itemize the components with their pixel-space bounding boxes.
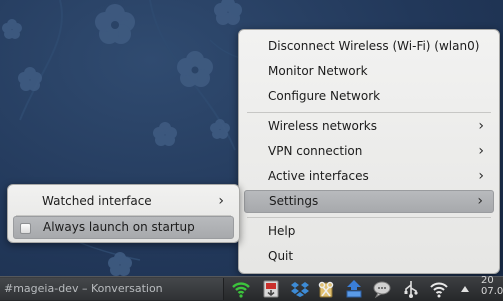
menu-item-label: Watched interface <box>42 194 152 208</box>
menu-item-label: Always launch on startup <box>43 220 195 234</box>
menu-item-wireless-networks[interactable]: Wireless networks › <box>244 115 494 138</box>
chevron-right-icon: › <box>218 193 224 209</box>
always-launch-checkbox[interactable] <box>20 223 31 234</box>
menu-item-settings[interactable]: Settings › <box>244 190 494 213</box>
menu-item-always-launch-on-startup[interactable]: Always launch on startup <box>13 216 234 239</box>
dropbox-icon[interactable] <box>290 279 310 299</box>
menu-item-configure-network[interactable]: Configure Network <box>244 85 494 108</box>
chat-bubble-icon[interactable] <box>372 279 392 299</box>
clock-date: 07.0 <box>481 286 503 297</box>
network-wifi-icon[interactable] <box>231 279 251 299</box>
expand-arrow-icon[interactable] <box>458 279 472 299</box>
settings-submenu: Watched interface › Always launch on sta… <box>7 184 240 243</box>
package-update-icon[interactable] <box>261 279 281 299</box>
menu-separator <box>247 217 491 218</box>
wifi-signal-icon[interactable] <box>429 279 449 299</box>
klipper-icon[interactable] <box>316 279 336 299</box>
menu-item-watched-interface[interactable]: Watched interface › <box>13 190 234 213</box>
menu-item-label: Disconnect Wireless (Wi-Fi) (wlan0) <box>268 39 480 53</box>
chevron-right-icon: › <box>478 143 484 159</box>
menu-item-help[interactable]: Help <box>244 220 494 243</box>
taskbar: #mageia-dev – Konversation 20 07.0 <box>0 275 503 301</box>
menu-item-active-interfaces[interactable]: Active interfaces › <box>244 165 494 188</box>
menu-item-label: Quit <box>268 249 294 263</box>
menu-item-label: Settings <box>269 194 319 208</box>
menu-item-label: Configure Network <box>268 89 381 103</box>
menu-item-label: Monitor Network <box>268 64 368 78</box>
menu-item-quit[interactable]: Quit <box>244 245 494 268</box>
menu-item-vpn-connection[interactable]: VPN connection › <box>244 140 494 163</box>
chevron-right-icon: › <box>478 118 484 134</box>
usb-icon[interactable] <box>401 279 421 299</box>
chevron-right-icon: › <box>478 168 484 184</box>
menu-item-label: Wireless networks <box>268 119 378 133</box>
menu-separator <box>247 112 491 113</box>
clock[interactable]: 20 07.0 <box>481 275 503 301</box>
network-context-menu: Disconnect Wireless (Wi-Fi) (wlan0) Moni… <box>238 29 500 274</box>
upload-icon[interactable] <box>344 279 364 299</box>
taskbar-task-konversation[interactable]: #mageia-dev – Konversation <box>0 278 224 300</box>
menu-item-label: Active interfaces <box>268 169 369 183</box>
menu-item-monitor-network[interactable]: Monitor Network <box>244 60 494 83</box>
menu-item-label: VPN connection <box>268 144 363 158</box>
menu-item-label: Help <box>268 224 296 238</box>
clock-time: 20 <box>481 275 494 286</box>
task-label: #mageia-dev – Konversation <box>4 282 163 295</box>
chevron-right-icon: › <box>477 193 483 209</box>
menu-item-disconnect-wireless[interactable]: Disconnect Wireless (Wi-Fi) (wlan0) <box>244 35 494 58</box>
